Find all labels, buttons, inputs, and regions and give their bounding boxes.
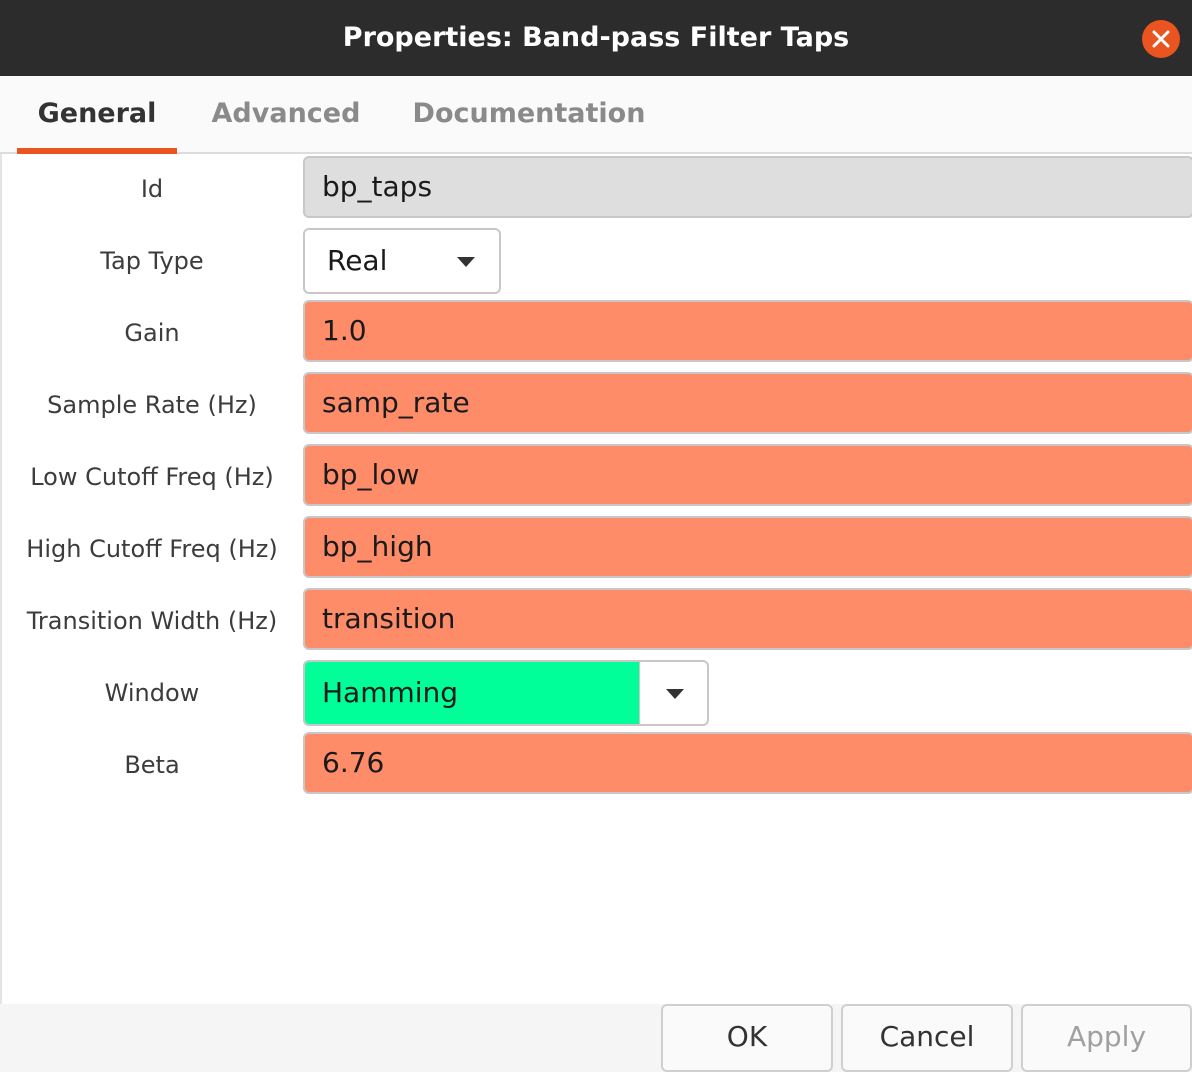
low-cutoff-label: Low Cutoff Freq (Hz) bbox=[30, 463, 274, 491]
row-window: Window Hamming bbox=[2, 660, 1192, 726]
tab-documentation[interactable]: Documentation bbox=[400, 76, 658, 152]
properties-panel: Id bp_taps Tap Type Real Gain 1.0 Sample… bbox=[0, 154, 1192, 1004]
row-beta: Beta 6.76 bbox=[2, 732, 1192, 798]
row-tap-type: Tap Type Real bbox=[2, 228, 1192, 294]
gain-field[interactable]: 1.0 bbox=[303, 300, 1192, 362]
row-id: Id bp_taps bbox=[2, 156, 1192, 222]
sample-rate-label: Sample Rate (Hz) bbox=[47, 391, 257, 419]
apply-button[interactable]: Apply bbox=[1021, 1004, 1192, 1072]
beta-field[interactable]: 6.76 bbox=[303, 732, 1192, 794]
high-cutoff-label: High Cutoff Freq (Hz) bbox=[26, 535, 278, 563]
window-dropdown-button[interactable] bbox=[639, 662, 707, 724]
close-icon bbox=[1152, 30, 1170, 48]
id-field[interactable]: bp_taps bbox=[303, 156, 1192, 218]
dialog-title: Properties: Band-pass Filter Taps bbox=[342, 22, 850, 53]
tab-advanced[interactable]: Advanced bbox=[200, 76, 372, 152]
window-combo: Hamming bbox=[303, 660, 709, 726]
chevron-down-icon bbox=[457, 257, 475, 267]
row-high-cutoff: High Cutoff Freq (Hz) bp_high bbox=[2, 516, 1192, 582]
window-entry[interactable]: Hamming bbox=[305, 662, 639, 724]
button-bar: OK Cancel Apply bbox=[0, 1004, 1192, 1072]
beta-label: Beta bbox=[124, 751, 180, 779]
row-sample-rate: Sample Rate (Hz) samp_rate bbox=[2, 372, 1192, 438]
row-gain: Gain 1.0 bbox=[2, 300, 1192, 366]
ok-button[interactable]: OK bbox=[661, 1004, 833, 1072]
chevron-down-icon bbox=[666, 689, 684, 699]
tab-general[interactable]: General bbox=[17, 76, 177, 154]
low-cutoff-field[interactable]: bp_low bbox=[303, 444, 1192, 506]
sample-rate-field[interactable]: samp_rate bbox=[303, 372, 1192, 434]
tab-bar: General Advanced Documentation bbox=[0, 76, 1192, 154]
tap-type-value: Real bbox=[327, 244, 388, 277]
cancel-button[interactable]: Cancel bbox=[841, 1004, 1013, 1072]
tap-type-label: Tap Type bbox=[100, 247, 204, 275]
row-low-cutoff: Low Cutoff Freq (Hz) bp_low bbox=[2, 444, 1192, 510]
row-transition: Transition Width (Hz) transition bbox=[2, 588, 1192, 654]
tap-type-dropdown[interactable]: Real bbox=[303, 228, 501, 294]
transition-field[interactable]: transition bbox=[303, 588, 1192, 650]
window-label: Window bbox=[104, 679, 200, 707]
gain-label: Gain bbox=[124, 319, 180, 347]
high-cutoff-field[interactable]: bp_high bbox=[303, 516, 1192, 578]
id-label: Id bbox=[140, 175, 164, 203]
title-bar: Properties: Band-pass Filter Taps bbox=[0, 0, 1192, 76]
transition-label: Transition Width (Hz) bbox=[26, 607, 278, 635]
close-button[interactable] bbox=[1142, 20, 1180, 58]
